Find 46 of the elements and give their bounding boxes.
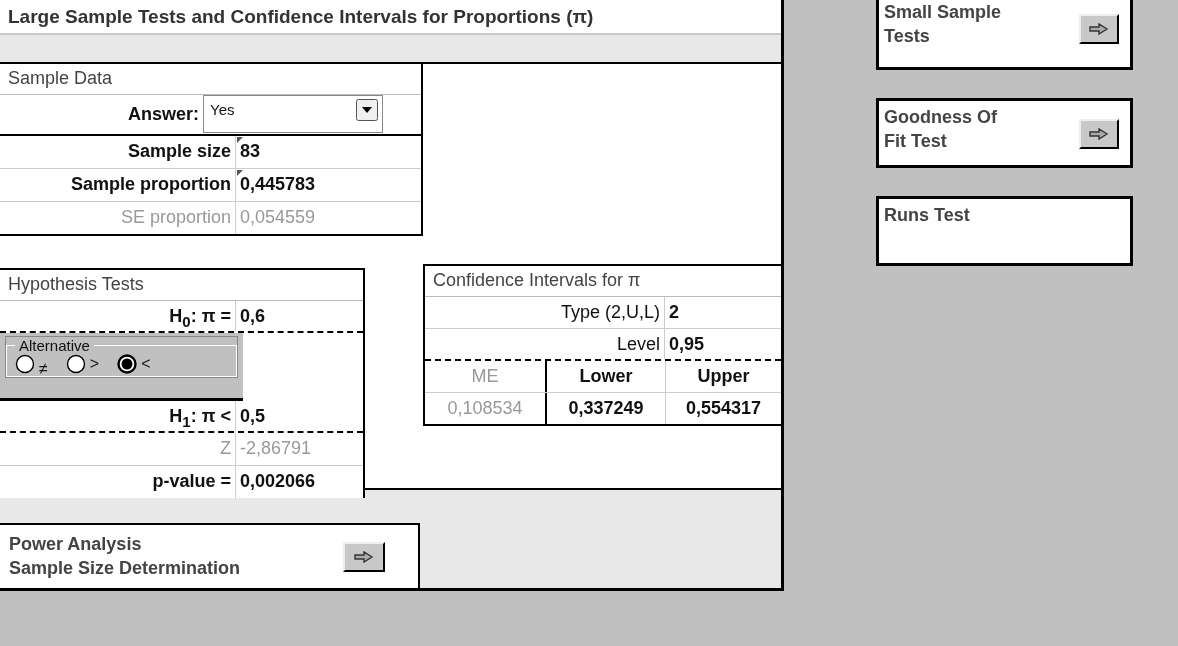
column-header: Upper [665,361,781,392]
value-cell-text: 0,5 [239,405,267,428]
nav-label: Small Sample Tests [884,1,1002,49]
value-cell-text: 0,002066 [239,470,317,493]
row-label: p-value = [0,466,236,498]
column-header: Lower [545,361,665,392]
arrow-right-icon [354,550,374,563]
arrow-right-icon [1089,23,1109,35]
value-cell: 0,554317 [665,393,781,424]
nav-label: Goodness Of Fit Test [884,106,997,154]
row-label: Level [425,329,665,359]
comment-marker-icon [237,137,243,143]
nav-label: Runs Test [884,204,970,227]
row-label: Sample size [0,136,236,168]
field-label: Answer: [127,103,200,126]
row-label: SE proportion [0,202,236,234]
value-cell[interactable]: 83 [236,136,421,168]
value-cell[interactable]: 0,6 [236,301,363,331]
sheet-title: Large Sample Tests and Confidence Intervals for Proportions (π) [0,0,781,35]
value-cell[interactable]: 0,95 [665,329,781,359]
arrow-button[interactable] [1079,119,1119,149]
column-header: ME [470,365,500,388]
value-cell[interactable]: 0,445783 [236,169,421,201]
comment-marker-icon [237,170,243,176]
value-cell-text: 0,054559 [239,206,317,229]
section-heading: Hypothesis Tests [0,270,363,301]
row-label: Type (2,U,L) [425,297,665,328]
value-cell[interactable]: 2 [665,297,781,328]
section-label: Power Analysis Sample Size Determination [9,533,241,580]
radio-option[interactable]: > [65,354,100,374]
section-heading: Sample Data [0,64,421,95]
arrow-button[interactable] [1079,14,1119,44]
arrow-right-icon [1089,128,1109,140]
answer-dropdown[interactable]: Yes [203,95,383,133]
section-heading: Confidence Intervals for π [425,266,781,297]
radio-option[interactable]: < [117,354,151,374]
value-cell-text: 0,108534 [446,397,524,420]
row-label: Z [0,433,236,465]
value-cell-text: -2,86791 [239,437,313,460]
row-label: Sample proportion [0,169,236,201]
radio-option[interactable]: ≠ [15,354,48,374]
row-label: H$_{0}$: π = [0,301,236,331]
arrow-button[interactable] [343,541,385,572]
value-cell: 0,337249 [545,393,665,424]
group-legend: Alternative [15,337,94,354]
row-label: H$_{1}$: π < [0,401,236,431]
